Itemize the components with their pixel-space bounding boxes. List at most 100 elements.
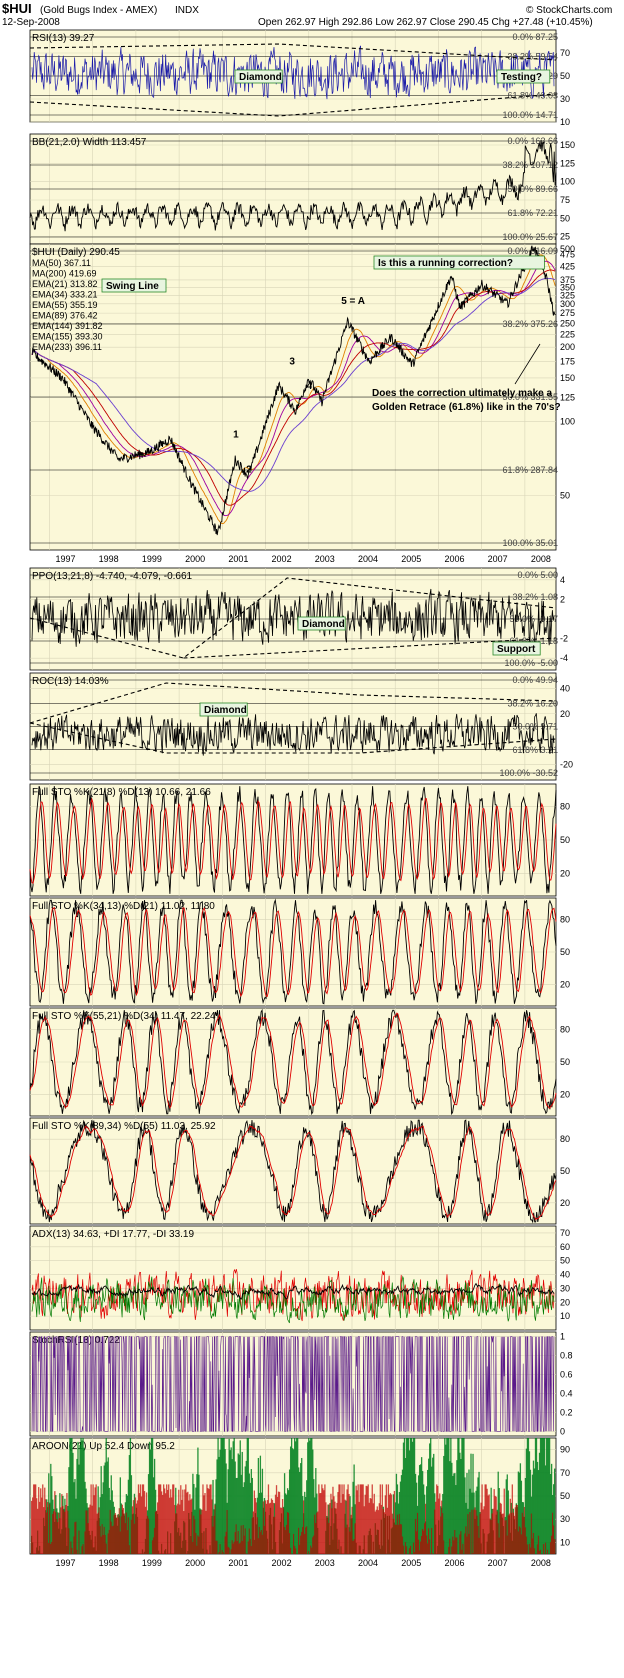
- panel-label-roc: ROC(13) 14.03%: [32, 676, 109, 687]
- panel-aroon: 9070503010AROON(21) Up 52.4 Down 95.2: [30, 1438, 570, 1554]
- panel-sto2: 805020Full STO %K(34,13) %D(21) 11.02, 1…: [30, 898, 570, 1006]
- fib-label-price: 38.2% 375.26: [502, 319, 558, 329]
- annotation-rsi-testing: Testing?: [501, 72, 542, 83]
- y-tick-label: 50: [560, 490, 570, 500]
- wave-label: 2: [246, 464, 252, 475]
- y-tick-label: -20: [560, 760, 573, 770]
- y-tick-label: 200: [560, 342, 575, 352]
- y-tick-label: 0.4: [560, 1388, 573, 1398]
- y-tick-label: 50: [560, 1166, 570, 1176]
- y-tick-label: 0.6: [560, 1370, 573, 1380]
- fib-label-ppo: 38.2% 1.08: [512, 592, 558, 602]
- annotation-running-correction: Is this a running correction?: [378, 258, 513, 269]
- x-axis-year-label: 2002: [272, 554, 292, 564]
- fib-label-ppo: 100.0% -5.00: [504, 658, 558, 668]
- legend-entry: MA(50) 367.11: [32, 258, 91, 268]
- fib-label-rsi: 61.8% 43.03: [507, 91, 558, 101]
- panel-label-sto4: Full STO %K(89,34) %D(55) 11.03, 25.92: [32, 1121, 216, 1132]
- x-axis-year-label: 2003: [315, 1558, 335, 1568]
- y-tick-label: 20: [560, 1198, 570, 1208]
- x-axis-year-label: 2008: [531, 554, 551, 564]
- x-axis-year-label: 2007: [488, 554, 508, 564]
- panel-price: 5004754253753503253002752502252001751501…: [30, 244, 575, 550]
- y-tick-label: 50: [560, 1057, 570, 1067]
- annotation-rsi-diamond: Diamond: [239, 72, 282, 83]
- chart-ohlc: Open 262.97 High 292.86 Low 262.97 Close…: [258, 17, 593, 28]
- x-axis-year-label: 2008: [531, 1558, 551, 1568]
- y-tick-label: -2: [560, 634, 568, 644]
- legend-entry: EMA(144) 391.82: [32, 321, 103, 331]
- x-axis-year-label: 2004: [358, 554, 378, 564]
- y-tick-label: 125: [560, 392, 575, 402]
- x-axis-year-label: 2000: [185, 554, 205, 564]
- wave-label: 3: [289, 357, 295, 368]
- y-tick-label: 20: [560, 1297, 570, 1307]
- panel-bg-adx: [30, 1226, 556, 1330]
- panel-label-price: $HUI (Daily) 290.45: [32, 247, 120, 258]
- annotation-ppo-diamond: Diamond: [302, 619, 345, 630]
- legend-entry: EMA(155) 393.30: [32, 332, 103, 342]
- annotation-ppo-support: Support: [497, 644, 536, 655]
- y-tick-label: 80: [560, 1134, 570, 1144]
- x-axis-year-label: 1997: [55, 554, 75, 564]
- y-tick-label: 0: [560, 1426, 565, 1436]
- y-tick-label: 125: [560, 158, 575, 168]
- y-tick-label: 80: [560, 801, 570, 811]
- x-axis-year-label: 1998: [99, 1558, 119, 1568]
- fib-label-rsi: 0.0% 87.25: [512, 32, 558, 42]
- x-axis-year-label: 1999: [142, 1558, 162, 1568]
- y-tick-label: 90: [560, 1445, 570, 1455]
- panel-label-bbw: BB(21,2.0) Width 113.457: [32, 137, 147, 148]
- panel-sto1: 805020Full STO %K(21,8) %D(13) 10.66, 21…: [30, 784, 570, 896]
- x-axis-year-label: 2002: [272, 1558, 292, 1568]
- y-tick-label: 70: [560, 1468, 570, 1478]
- y-tick-label: 40: [560, 1270, 570, 1280]
- y-tick-label: 425: [560, 262, 575, 272]
- y-tick-label: 175: [560, 356, 575, 366]
- y-tick-label: 20: [560, 709, 570, 719]
- annotation-roc-diamond: Diamond: [204, 705, 247, 716]
- y-tick-label: 10: [560, 1537, 570, 1547]
- y-tick-label: 4: [560, 575, 565, 585]
- aroon-down-bar: [554, 1539, 555, 1554]
- y-tick-label: 100: [560, 416, 575, 426]
- y-tick-label: 50: [560, 835, 570, 845]
- y-tick-label: 50: [560, 1256, 570, 1266]
- annotation-swing-line: Swing Line: [106, 281, 159, 292]
- y-tick-label: 50: [560, 71, 570, 81]
- fib-label-bbw: 100.0% 25.67: [502, 232, 558, 242]
- chart-date: 12-Sep-2008: [2, 17, 60, 28]
- y-tick-label: 150: [560, 140, 575, 150]
- x-axis-year-label: 2000: [185, 1558, 205, 1568]
- y-tick-label: 80: [560, 915, 570, 925]
- y-tick-label: 50: [560, 947, 570, 957]
- wave-label: 1: [233, 429, 239, 440]
- x-axis-year-label: 2006: [444, 1558, 464, 1568]
- y-tick-label: 60: [560, 1242, 570, 1252]
- annotation-golden-retrace-1: Does the correction ultimately make a: [372, 388, 553, 399]
- fib-label-price: 61.8% 287.84: [502, 465, 558, 475]
- legend-entry: EMA(21) 313.82: [32, 279, 98, 289]
- y-tick-label: 0.2: [560, 1407, 573, 1417]
- y-tick-label: 30: [560, 1283, 570, 1293]
- y-tick-label: 150: [560, 373, 575, 383]
- y-tick-label: 70: [560, 1228, 570, 1238]
- y-tick-label: 275: [560, 308, 575, 318]
- stockcharts-chart: $HUI (Gold Bugs Index - AMEX) INDX 12-Se…: [0, 0, 624, 1673]
- fib-label-roc: 61.8% 3.21: [512, 745, 558, 755]
- panel-label-adx: ADX(13) 34.63, +DI 17.77, -DI 33.19: [32, 1229, 194, 1240]
- wave-label: 5 = A: [341, 296, 365, 307]
- panel-label-rsi: RSI(13) 39.27: [32, 33, 95, 44]
- y-tick-label: 50: [560, 213, 570, 223]
- y-tick-label: 50: [560, 1491, 570, 1501]
- chart-canvas: $HUI (Gold Bugs Index - AMEX) INDX 12-Se…: [0, 0, 624, 1673]
- y-tick-label: 10: [560, 1311, 570, 1321]
- y-tick-label: 1: [560, 1332, 565, 1342]
- y-tick-label: 10: [560, 117, 570, 127]
- y-tick-label: 20: [560, 979, 570, 989]
- panel-rsi: 70503010RSI(13) 39.270.0% 87.2538.2% 59.…: [30, 30, 570, 127]
- chart-source: © StockCharts.com: [526, 5, 612, 16]
- y-tick-label: 0.8: [560, 1351, 573, 1361]
- y-tick-label: 80: [560, 1025, 570, 1035]
- chart-name: (Gold Bugs Index - AMEX): [40, 5, 157, 16]
